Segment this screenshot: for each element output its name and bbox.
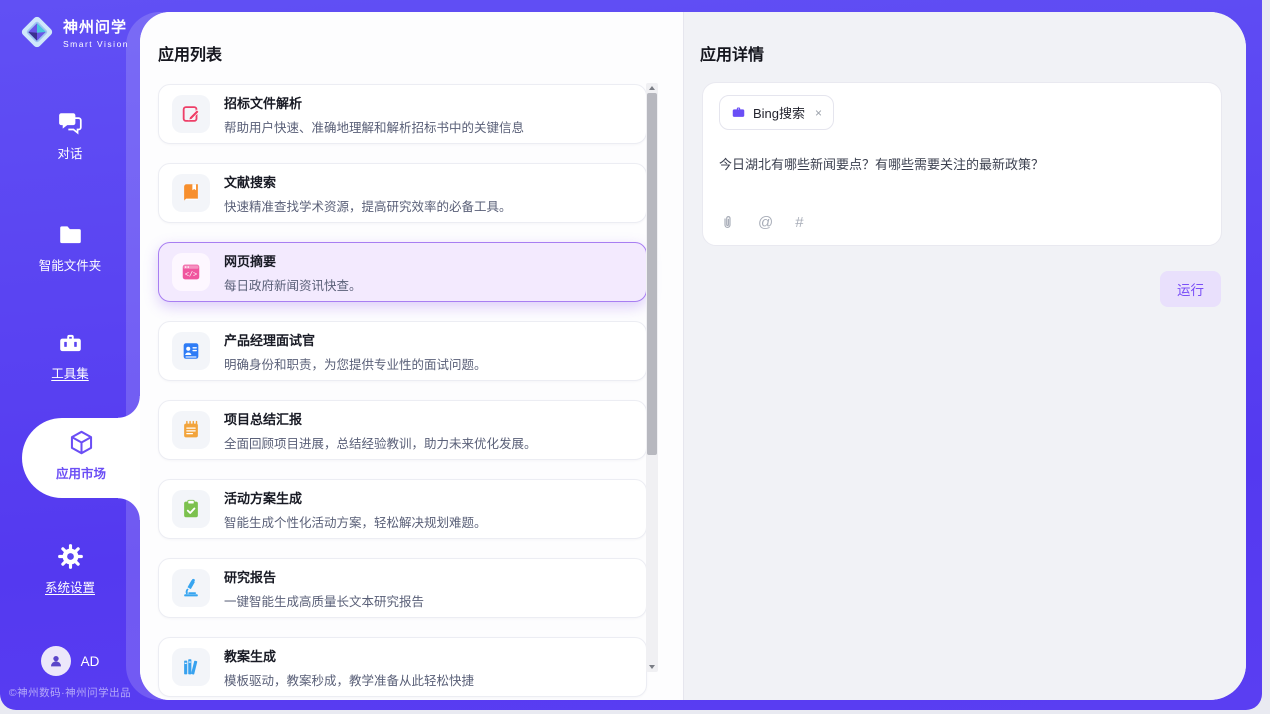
tool-chip-bing-search[interactable]: Bing搜索 ×	[719, 95, 834, 130]
avatar	[41, 646, 71, 676]
book-icon	[180, 182, 202, 204]
list-scrollbar[interactable]	[646, 83, 658, 672]
app-card-desc: 模板驱动，教案秒成，教学准备从此轻松快捷	[224, 670, 474, 689]
app-window: 神州问学 Smart Vision 对话 智能文件夹	[0, 0, 1262, 710]
sidebar-item-dialog[interactable]: 对话	[0, 110, 140, 162]
interviewer-icon	[180, 340, 202, 362]
user-icon	[48, 653, 64, 669]
sidebar-item-smart-folder[interactable]: 智能文件夹	[0, 222, 140, 274]
app-card-desc: 每日政府新闻资讯快查。	[224, 275, 362, 294]
scrollbar-up-arrow[interactable]	[646, 83, 658, 93]
tool-chip-label: Bing搜索	[753, 103, 805, 122]
chat-icon	[57, 110, 84, 136]
copyright-footer: ©神州数码·神州问学出品	[0, 685, 140, 700]
sidebar-item-label: 智能文件夹	[0, 255, 140, 274]
chip-close-icon[interactable]: ×	[815, 106, 822, 120]
main-content: 应用列表 招标文件解析 帮助用户快速、准确地理解和解析招标书中的关键信息	[140, 12, 1246, 700]
app-card-event-plan[interactable]: 活动方案生成 智能生成个性化活动方案，轻松解决规划难题。	[158, 479, 647, 539]
microscope-icon	[180, 577, 202, 599]
app-card-desc: 帮助用户快速、准确地理解和解析招标书中的关键信息	[224, 117, 524, 136]
app-icon-tile: </>	[172, 253, 210, 291]
app-detail-panel: 应用详情 Bing搜索 × 今日湖北有哪些新闻要点？有哪些需要关注的最新政策？	[683, 12, 1246, 700]
app-name: 神州问学	[63, 16, 129, 37]
app-icon-tile	[172, 411, 210, 449]
app-card-pm-interviewer[interactable]: 产品经理面试官 明确身份和职责，为您提供专业性的面试问题。	[158, 321, 647, 381]
app-card-desc: 明确身份和职责，为您提供专业性的面试问题。	[224, 354, 487, 373]
app-card-desc: 快速精准查找学术资源，提高研究效率的必备工具。	[224, 196, 512, 215]
app-icon-tile	[172, 174, 210, 212]
app-card-research-report[interactable]: 研究报告 一键智能生成高质量长文本研究报告	[158, 558, 647, 618]
app-card-title: 教案生成	[224, 646, 474, 665]
app-card-desc: 全面回顾项目进展，总结经验教训，助力未来优化发展。	[224, 433, 537, 452]
toolbox-icon	[57, 330, 84, 356]
paperclip-icon[interactable]	[719, 214, 736, 231]
user-name: AD	[81, 654, 100, 669]
app-card-project-summary[interactable]: 项目总结汇报 全面回顾项目进展，总结经验教训，助力未来优化发展。	[158, 400, 647, 460]
app-list-panel: 应用列表 招标文件解析 帮助用户快速、准确地理解和解析招标书中的关键信息	[140, 12, 683, 700]
app-subtitle: Smart Vision	[63, 39, 129, 49]
sidebar-item-toolset[interactable]: 工具集	[0, 330, 140, 382]
app-icon-tile	[172, 569, 210, 607]
app-card-title: 活动方案生成	[224, 488, 487, 507]
clipboard-check-icon	[180, 498, 202, 520]
app-card-desc: 一键智能生成高质量长文本研究报告	[224, 591, 424, 610]
app-icon-tile	[172, 648, 210, 686]
folder-icon	[57, 222, 84, 248]
app-card-title: 产品经理面试官	[224, 330, 487, 349]
briefcase-icon	[731, 105, 746, 120]
cube-icon	[68, 429, 95, 456]
app-detail-title: 应用详情	[700, 41, 764, 65]
sidebar-item-label: 应用市场	[22, 463, 140, 482]
app-icon-tile	[172, 95, 210, 133]
app-card-list: 招标文件解析 帮助用户快速、准确地理解和解析招标书中的关键信息 文献搜索	[158, 84, 647, 700]
app-icon-tile	[172, 332, 210, 370]
attachment-toolbar: @ #	[719, 214, 1205, 233]
svg-text:</>: </>	[185, 271, 197, 279]
document-edit-icon	[180, 103, 202, 125]
query-text[interactable]: 今日湖北有哪些新闻要点？有哪些需要关注的最新政策？	[719, 155, 1205, 175]
app-card-lesson-plan[interactable]: 教案生成 模板驱动，教案秒成，教学准备从此轻松快捷	[158, 637, 647, 697]
app-card-title: 项目总结汇报	[224, 409, 537, 428]
app-logo: 神州问学 Smart Vision	[18, 13, 129, 51]
logo-diamond-icon	[18, 13, 56, 51]
sidebar-item-app-market[interactable]: 应用市场	[22, 418, 140, 498]
books-icon	[180, 656, 202, 678]
at-icon[interactable]: @	[758, 214, 773, 231]
app-card-title: 招标文件解析	[224, 93, 524, 112]
notepad-icon	[180, 419, 202, 441]
app-card-bid-analysis[interactable]: 招标文件解析 帮助用户快速、准确地理解和解析招标书中的关键信息	[158, 84, 647, 144]
app-card-title: 文献搜索	[224, 172, 512, 191]
app-list-title: 应用列表	[158, 41, 222, 65]
hash-icon[interactable]: #	[795, 214, 803, 231]
sidebar-item-label: 工具集	[0, 363, 140, 382]
gear-icon	[57, 543, 84, 570]
query-input-card[interactable]: Bing搜索 × 今日湖北有哪些新闻要点？有哪些需要关注的最新政策？ @ #	[702, 82, 1222, 246]
scrollbar-down-arrow[interactable]	[646, 662, 658, 672]
app-card-literature-search[interactable]: 文献搜索 快速精准查找学术资源，提高研究效率的必备工具。	[158, 163, 647, 223]
app-card-desc: 智能生成个性化活动方案，轻松解决规划难题。	[224, 512, 487, 531]
app-card-title: 网页摘要	[224, 251, 362, 270]
sidebar: 神州问学 Smart Vision 对话 智能文件夹	[0, 0, 140, 710]
sidebar-item-settings[interactable]: 系统设置	[0, 543, 140, 596]
sidebar-item-label: 系统设置	[0, 577, 140, 596]
app-card-web-summary[interactable]: </> 网页摘要 每日政府新闻资讯快查。	[158, 242, 647, 302]
scrollbar-thumb[interactable]	[647, 93, 657, 455]
user-account[interactable]: AD	[0, 646, 140, 676]
app-icon-tile	[172, 490, 210, 528]
browser-code-icon: </>	[180, 261, 202, 283]
run-button[interactable]: 运行	[1160, 271, 1221, 307]
sidebar-item-label: 对话	[0, 143, 140, 162]
app-card-title: 研究报告	[224, 567, 424, 586]
